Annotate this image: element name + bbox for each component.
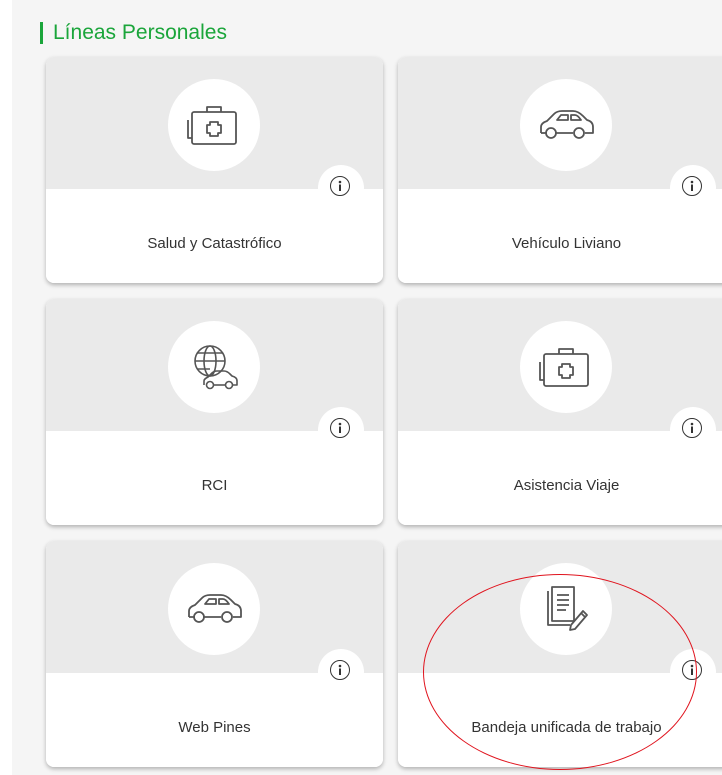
section-header: Líneas Personales [40, 22, 227, 44]
car-icon [520, 79, 612, 171]
info-icon[interactable] [682, 660, 702, 680]
card-label: RCI [201, 477, 228, 494]
card-label: Asistencia Viaje [513, 477, 620, 494]
card-vehiculo-liviano[interactable]: Vehículo Liviano [398, 57, 722, 283]
car-icon [168, 563, 260, 655]
card-bandeja-unificada[interactable]: Bandeja unificada de trabajo [398, 541, 722, 767]
info-icon[interactable] [330, 176, 350, 196]
info-icon[interactable] [330, 660, 350, 680]
medical-kit-icon [168, 79, 260, 171]
card-web-pines[interactable]: Web Pines [46, 541, 383, 767]
info-icon[interactable] [330, 418, 350, 438]
card-label: Bandeja unificada de trabajo [471, 719, 662, 736]
globe-car-icon [168, 321, 260, 413]
medical-kit-icon [520, 321, 612, 413]
card-asistencia-viaje[interactable]: Asistencia Viaje [398, 299, 722, 525]
card-label: Web Pines [178, 719, 251, 736]
info-icon[interactable] [682, 418, 702, 438]
document-edit-icon [520, 563, 612, 655]
section-title: Líneas Personales [53, 21, 227, 44]
card-salud-catastrofico[interactable]: Salud y Catastrófico [46, 57, 383, 283]
info-icon[interactable] [682, 176, 702, 196]
left-margin [0, 0, 12, 775]
card-label: Salud y Catastrófico [147, 235, 282, 252]
section-accent-bar [40, 22, 43, 44]
screen: Líneas Personales Salud y Catastrófico V… [0, 0, 722, 775]
card-label: Vehículo Liviano [511, 235, 622, 252]
card-rci[interactable]: RCI [46, 299, 383, 525]
